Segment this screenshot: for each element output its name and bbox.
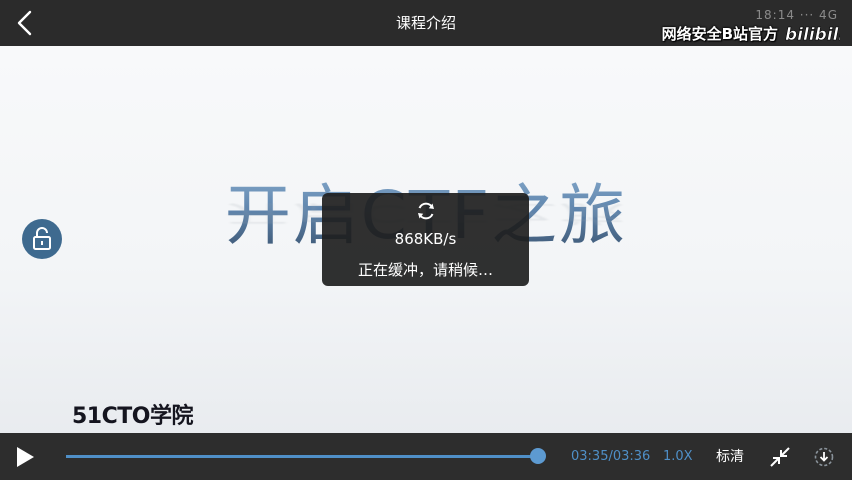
quality-button[interactable]: 标清 (716, 433, 744, 480)
screen-lock-button[interactable] (22, 219, 62, 259)
download-speed: 868KB/s (394, 230, 457, 248)
buffering-overlay: 868KB/s 正在缓冲，请稍候… (322, 193, 529, 286)
watermark-text: 网络安全B站官方 (661, 24, 778, 43)
progress-fill (66, 455, 538, 458)
brand-logo: 51CTO学院 (72, 404, 193, 429)
time-display: 03:35/03:36 (571, 449, 651, 464)
progress-bar[interactable] (66, 448, 546, 464)
watermark: 网络安全B站官方 bilibili (662, 18, 840, 48)
svg-text:bilibili: bilibili (785, 25, 840, 45)
play-button[interactable] (10, 442, 40, 472)
control-bar: 03:35/03:36 1.0X 标清 (0, 433, 852, 480)
video-player[interactable]: 课程介绍 18:14 ··· 4G 网络安全B站官方 bilibili 开启CT… (0, 0, 852, 480)
download-button[interactable] (813, 446, 835, 468)
bilibili-logo: bilibili (785, 25, 840, 46)
download-icon (814, 447, 834, 467)
playback-speed-button[interactable]: 1.0X (663, 433, 693, 480)
refresh-icon (418, 202, 434, 220)
buffering-message: 正在缓冲，请稍候… (357, 261, 493, 279)
exit-fullscreen-button[interactable] (769, 446, 791, 468)
progress-handle[interactable] (529, 448, 546, 464)
exit-fullscreen-icon (770, 447, 790, 467)
lock-open-icon (33, 227, 51, 250)
play-icon (17, 447, 34, 467)
